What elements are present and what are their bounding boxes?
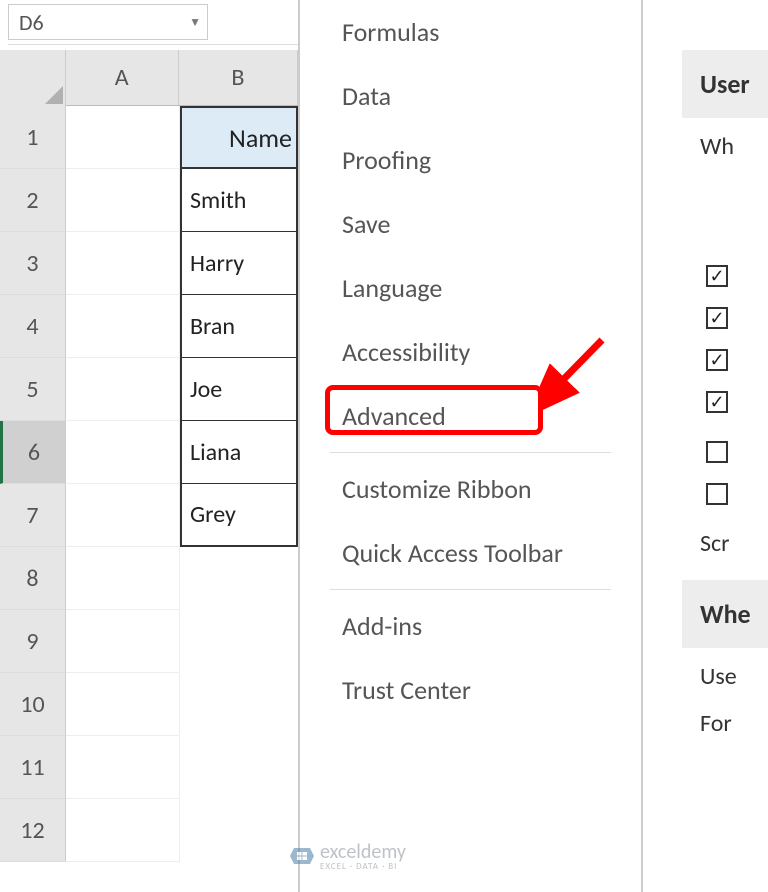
spreadsheet-grid: 1 Name 2 Smith 3 Harry 4 Bran 5 Joe 6 Li… bbox=[0, 106, 298, 862]
column-headers: A B bbox=[0, 50, 298, 106]
cell-a3[interactable] bbox=[66, 232, 180, 295]
label-use: Use bbox=[682, 648, 768, 705]
checkbox-row bbox=[682, 423, 768, 473]
cell-a4[interactable] bbox=[66, 295, 180, 358]
watermark-sub: EXCEL · DATA · BI bbox=[320, 861, 406, 872]
options-advanced[interactable]: Advanced bbox=[300, 384, 641, 448]
row-1: 1 Name bbox=[0, 106, 298, 169]
col-header-b[interactable]: B bbox=[179, 50, 298, 105]
divider bbox=[330, 589, 611, 590]
name-box[interactable]: D6 ▼ bbox=[8, 4, 208, 40]
row-header-active[interactable]: 6 bbox=[0, 421, 66, 484]
cell-b10[interactable] bbox=[180, 673, 298, 736]
row-10: 10 bbox=[0, 673, 298, 736]
checkbox-row bbox=[682, 381, 768, 423]
cell-b8[interactable] bbox=[180, 547, 298, 610]
cell-a12[interactable] bbox=[66, 799, 180, 862]
options-formulas[interactable]: Formulas bbox=[300, 0, 641, 64]
row-2: 2 Smith bbox=[0, 169, 298, 232]
name-box-value: D6 bbox=[19, 9, 44, 36]
cell-b2[interactable]: Smith bbox=[180, 169, 298, 232]
options-customize-ribbon[interactable]: Customize Ribbon bbox=[300, 457, 641, 521]
cell-a5[interactable] bbox=[66, 358, 180, 421]
options-accessibility[interactable]: Accessibility bbox=[300, 320, 641, 384]
row-header[interactable]: 9 bbox=[0, 610, 66, 673]
options-quick-access-toolbar[interactable]: Quick Access Toolbar bbox=[300, 521, 641, 585]
options-trust-center[interactable]: Trust Center bbox=[300, 658, 641, 722]
spreadsheet-icon bbox=[290, 845, 314, 867]
cell-b6[interactable]: Liana bbox=[180, 421, 298, 484]
row-3: 3 Harry bbox=[0, 232, 298, 295]
cell-a7[interactable] bbox=[66, 484, 180, 547]
options-add-ins[interactable]: Add-ins bbox=[300, 594, 641, 658]
checkbox-1[interactable] bbox=[706, 265, 728, 287]
checkbox-row bbox=[682, 339, 768, 381]
row-header[interactable]: 5 bbox=[0, 358, 66, 421]
options-proofing[interactable]: Proofing bbox=[300, 128, 641, 192]
row-6: 6 Liana bbox=[0, 421, 298, 484]
section-header-user: User bbox=[682, 50, 768, 118]
cell-a11[interactable] bbox=[66, 736, 180, 799]
divider bbox=[330, 452, 611, 453]
options-save[interactable]: Save bbox=[300, 192, 641, 256]
row-9: 9 bbox=[0, 610, 298, 673]
cell-b5[interactable]: Joe bbox=[180, 358, 298, 421]
options-detail-panel: User Wh Scr Whe Use For bbox=[682, 0, 768, 892]
cell-a2[interactable] bbox=[66, 169, 180, 232]
cell-b11[interactable] bbox=[180, 736, 298, 799]
row-header[interactable]: 7 bbox=[0, 484, 66, 547]
checkbox-5[interactable] bbox=[706, 441, 728, 463]
options-categories-panel: Formulas Data Proofing Save Language Acc… bbox=[298, 0, 643, 892]
checkbox-6[interactable] bbox=[706, 483, 728, 505]
cell-a10[interactable] bbox=[66, 673, 180, 736]
row-header[interactable]: 4 bbox=[0, 295, 66, 358]
cell-b3[interactable]: Harry bbox=[180, 232, 298, 295]
row-header[interactable]: 12 bbox=[0, 799, 66, 862]
options-data[interactable]: Data bbox=[300, 64, 641, 128]
row-5: 5 Joe bbox=[0, 358, 298, 421]
col-header-a[interactable]: A bbox=[66, 50, 179, 105]
select-all-corner[interactable] bbox=[0, 50, 66, 106]
watermark: exceldemy EXCEL · DATA · BI bbox=[290, 840, 406, 872]
cell-b1-header[interactable]: Name bbox=[180, 106, 298, 169]
checkbox-row bbox=[682, 297, 768, 339]
label-screen: Scr bbox=[682, 515, 768, 572]
row-header[interactable]: 3 bbox=[0, 232, 66, 295]
label-for: For bbox=[682, 705, 768, 752]
row-4: 4 Bran bbox=[0, 295, 298, 358]
cell-a1[interactable] bbox=[66, 106, 180, 169]
section-header-when: Whe bbox=[682, 580, 768, 648]
name-box-area: D6 ▼ bbox=[8, 0, 298, 45]
row-header[interactable]: 8 bbox=[0, 547, 66, 610]
cell-b12[interactable] bbox=[180, 799, 298, 862]
checkbox-row bbox=[682, 473, 768, 515]
cell-b9[interactable] bbox=[180, 610, 298, 673]
cell-b7[interactable]: Grey bbox=[180, 484, 298, 547]
row-8: 8 bbox=[0, 547, 298, 610]
checkbox-3[interactable] bbox=[706, 349, 728, 371]
row-header[interactable]: 1 bbox=[0, 106, 66, 169]
cell-a6[interactable] bbox=[66, 421, 180, 484]
checkbox-row bbox=[682, 255, 768, 297]
label-when: Wh bbox=[682, 118, 768, 175]
row-header[interactable]: 11 bbox=[0, 736, 66, 799]
options-language[interactable]: Language bbox=[300, 256, 641, 320]
row-12: 12 bbox=[0, 799, 298, 862]
checkbox-2[interactable] bbox=[706, 307, 728, 329]
row-11: 11 bbox=[0, 736, 298, 799]
row-header[interactable]: 10 bbox=[0, 673, 66, 736]
cell-b4[interactable]: Bran bbox=[180, 295, 298, 358]
cell-a8[interactable] bbox=[66, 547, 180, 610]
cell-a9[interactable] bbox=[66, 610, 180, 673]
chevron-down-icon[interactable]: ▼ bbox=[189, 15, 201, 30]
row-7: 7 Grey bbox=[0, 484, 298, 547]
row-header[interactable]: 2 bbox=[0, 169, 66, 232]
checkbox-4[interactable] bbox=[706, 391, 728, 413]
